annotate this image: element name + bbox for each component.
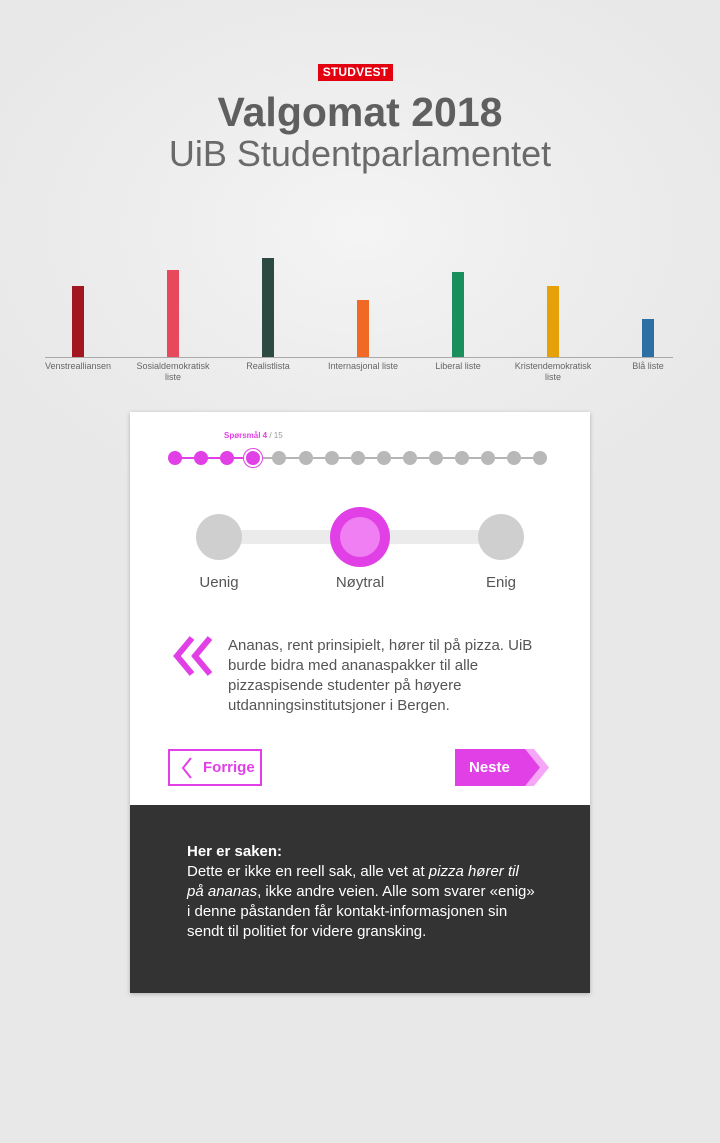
progress-step-14[interactable]: [507, 451, 522, 465]
question-statement: Ananas, rent prinsipielt, hører til på p…: [228, 637, 533, 714]
option-disagree-label: Uenig: [199, 574, 239, 591]
progress-step-9[interactable]: [376, 451, 391, 465]
chart-tick-label-1: Sosialdemokratisk liste: [136, 361, 210, 382]
chart-bar-2: [262, 258, 274, 357]
progress-step-2[interactable]: [194, 451, 209, 465]
chart-tick-label-4: Liberal liste: [435, 361, 481, 371]
chart-bar-0: [72, 286, 84, 357]
previous-button[interactable]: Forrige: [168, 749, 262, 786]
question-card: Spørsmål 4 / 15 Uenig Nøytral Enig Anana…: [130, 412, 590, 993]
option-agree-button[interactable]: [478, 514, 524, 560]
option-agree-label: Enig: [485, 574, 517, 591]
option-disagree-button[interactable]: [196, 514, 242, 560]
progress-step-8[interactable]: [350, 451, 365, 465]
progress-line-done: [175, 457, 254, 459]
info-title: Her er saken:: [187, 843, 283, 860]
chart-tick-label-2: Realistlista: [246, 361, 290, 371]
progress-step-7[interactable]: [324, 451, 339, 465]
chart-tick-label-6: Blå liste: [632, 361, 664, 371]
progress-step-4[interactable]: [246, 451, 261, 465]
chart-tick-label-3: Internasjonal liste: [328, 361, 398, 371]
chart-bar-5: [547, 286, 559, 357]
progress-step-1[interactable]: [168, 451, 182, 465]
previous-button-label: Forrige: [203, 759, 255, 776]
question-counter: Spørsmål 4 / 15: [224, 431, 283, 440]
progress-step-10[interactable]: [402, 451, 417, 465]
option-neutral-button[interactable]: [330, 507, 390, 567]
progress-step-11[interactable]: [429, 451, 443, 465]
question-total: / 15: [267, 431, 283, 440]
chart-bar-6: [642, 319, 654, 357]
quote-chevrons-icon: [173, 636, 213, 676]
next-button-label: Neste: [469, 759, 510, 776]
chart-tick-label-0: Venstrealliansen: [45, 361, 111, 371]
progress-steps: [168, 450, 548, 466]
next-button[interactable]: Neste: [455, 749, 549, 786]
progress-step-5[interactable]: [272, 451, 287, 465]
progress-step-3[interactable]: [220, 451, 235, 465]
chart-bar-3: [357, 300, 369, 357]
chart-bar-1: [167, 270, 179, 357]
chevron-left-icon: [181, 757, 192, 779]
progress-line-rest: [253, 457, 541, 459]
info-panel: Her er saken: Dette er ikke en reell sak…: [130, 805, 590, 993]
page-subtitle: UiB Studentparlamentet: [168, 133, 552, 174]
progress-step-15[interactable]: [533, 451, 548, 465]
chart-bar-4: [452, 272, 464, 357]
progress-step-6[interactable]: [298, 451, 313, 465]
studvest-logo: STUDVEST: [318, 64, 393, 81]
progress-step-13[interactable]: [481, 451, 496, 465]
page-title: Valgomat 2018: [217, 89, 503, 135]
party-bar-chart: Venstrealliansen Sosialdemokratisk liste Re…: [45, 258, 673, 382]
progress-step-12[interactable]: [455, 451, 470, 465]
question-current: Spørsmål 4: [224, 431, 268, 440]
chart-tick-label-5: Kristendemokratisk liste: [515, 361, 592, 382]
option-neutral-label: Nøytral: [335, 574, 385, 591]
info-text: Dette er ikke en reell sak, alle vet at …: [187, 863, 535, 940]
